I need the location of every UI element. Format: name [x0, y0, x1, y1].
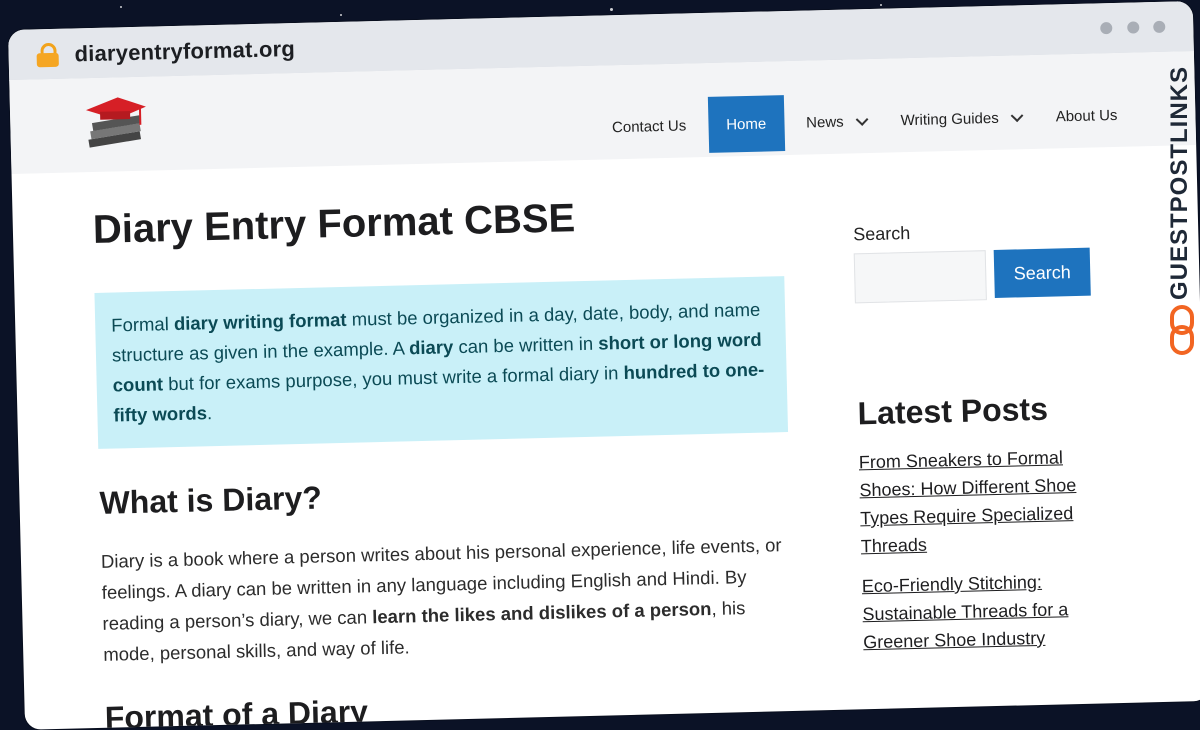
- nav-item-contact-us[interactable]: Contact Us: [593, 97, 705, 156]
- post-link[interactable]: From Sneakers to Formal Shoes: How Diffe…: [858, 442, 1106, 560]
- star: [120, 6, 122, 8]
- star: [610, 8, 613, 11]
- guestpostlinks-watermark: GUESTPOSTLINKS: [1166, 60, 1198, 360]
- page-title: Diary Entry Format CBSE: [92, 191, 783, 253]
- nav-item-label: News: [806, 113, 844, 131]
- intro-callout: Formal diary writing format must be orga…: [94, 276, 788, 449]
- section-paragraph: Diary is a book where a person writes ab…: [101, 529, 794, 670]
- books-graduation-cap-icon: [80, 95, 151, 157]
- nav-item-label: Contact Us: [612, 117, 687, 136]
- window-dot-icon[interactable]: [1153, 21, 1165, 33]
- star: [880, 4, 882, 6]
- search-button[interactable]: Search: [994, 248, 1091, 298]
- nav-item-label: About Us: [1056, 106, 1118, 125]
- site-logo[interactable]: [80, 95, 151, 157]
- nav-item-label: Home: [726, 115, 766, 133]
- latest-posts-list: From Sneakers to Formal Shoes: How Diffe…: [858, 442, 1108, 656]
- window-dot-icon[interactable]: [1100, 22, 1112, 34]
- sidebar: Search Search Latest Posts From Sneakers…: [853, 218, 1109, 668]
- nav-item-writing-guides[interactable]: Writing Guides: [882, 89, 1038, 149]
- section-heading: Format of a Diary: [104, 683, 795, 730]
- search-label: Search: [853, 218, 1098, 245]
- search-form: Search: [854, 247, 1100, 303]
- main-content: Diary Entry Format CBSE Formal diary wri…: [92, 191, 795, 730]
- watermark-text: GUESTPOSTLINKS: [1166, 60, 1194, 300]
- chevron-down-icon: [1011, 109, 1024, 122]
- url-text[interactable]: diaryentryformat.org: [74, 36, 295, 67]
- window-controls: [1090, 20, 1165, 40]
- nav-item-about-us[interactable]: About Us: [1037, 86, 1136, 144]
- chevron-down-icon: [856, 113, 869, 126]
- search-input[interactable]: [854, 250, 987, 303]
- nav-item-home[interactable]: Home: [708, 95, 785, 153]
- post-link[interactable]: Eco-Friendly Stitching: Sustainable Thre…: [862, 566, 1109, 656]
- lock-icon: [36, 43, 59, 68]
- nav-item-label: Writing Guides: [900, 109, 998, 128]
- section-heading: What is Diary?: [99, 468, 790, 522]
- chain-link-icon: [1168, 305, 1196, 355]
- window-dot-icon[interactable]: [1127, 21, 1139, 33]
- main-nav: Contact Us Home News Writing Guides Abou…: [593, 86, 1136, 155]
- browser-window: diaryentryformat.org Contact Us Home: [8, 1, 1200, 730]
- nav-item-news[interactable]: News: [788, 93, 884, 151]
- star: [340, 14, 342, 16]
- latest-posts-heading: Latest Posts: [857, 389, 1103, 432]
